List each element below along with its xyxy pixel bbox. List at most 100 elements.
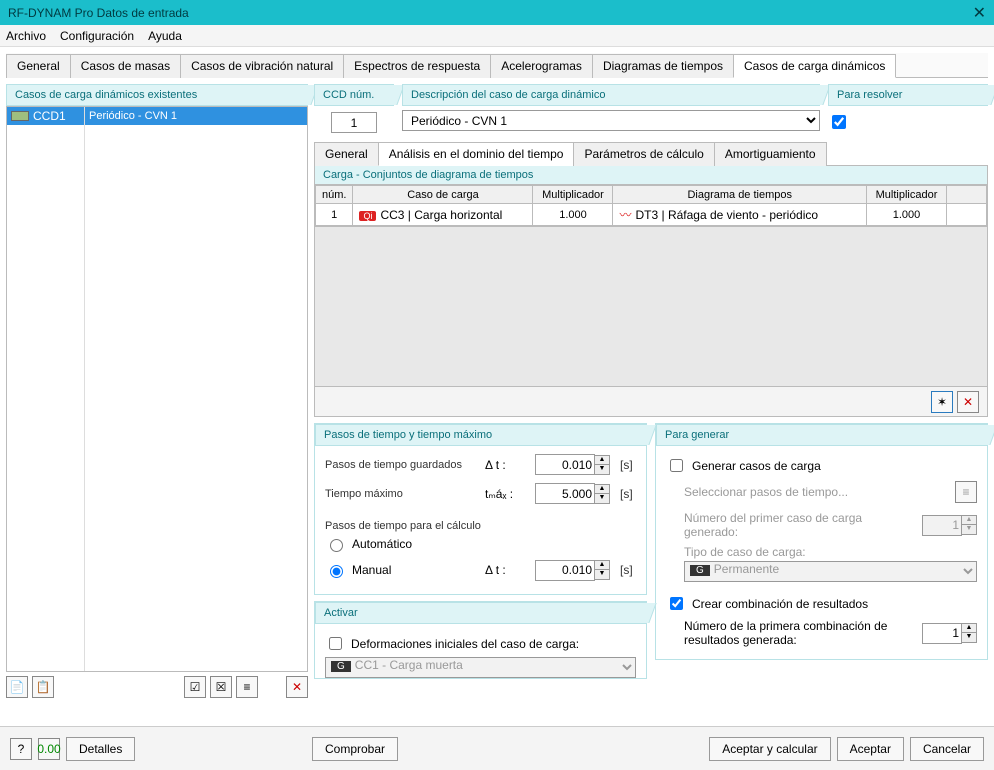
- cell-extra: [947, 204, 987, 226]
- delete-button[interactable]: ✕: [286, 676, 308, 698]
- selectsteps-button: ≡: [955, 481, 977, 503]
- solve-header: Para resolver: [828, 84, 988, 106]
- new-button[interactable]: 📄: [6, 676, 28, 698]
- dt2-symbol: Δ t :: [485, 563, 525, 577]
- list-item[interactable]: CCD1: [7, 107, 84, 125]
- details-button[interactable]: Detalles: [66, 737, 135, 761]
- wave-icon: 〰: [619, 208, 631, 222]
- spin-down[interactable]: ▼: [595, 465, 609, 474]
- spin-up[interactable]: ▲: [595, 561, 609, 570]
- tab-vibracion[interactable]: Casos de vibración natural: [180, 54, 344, 78]
- help-button[interactable]: ?: [10, 738, 32, 760]
- tmax-input[interactable]: [535, 483, 595, 504]
- grid-empty-area: [315, 226, 987, 386]
- menu-config[interactable]: Configuración: [60, 29, 134, 43]
- cancel-button[interactable]: Cancelar: [910, 737, 984, 761]
- list-item-name[interactable]: Periódico - CVN 1: [85, 107, 307, 125]
- uncheck-all-button[interactable]: ☒: [210, 676, 232, 698]
- cell-caso[interactable]: QiCC3 | Carga horizontal: [353, 204, 533, 226]
- col-caso: Caso de carga: [353, 186, 533, 204]
- spin-up[interactable]: ▲: [595, 485, 609, 494]
- spin-up[interactable]: ▲: [595, 456, 609, 465]
- crear-check[interactable]: [670, 597, 683, 610]
- radio-auto[interactable]: [330, 539, 343, 552]
- tipo-label: Tipo de caso de carga:: [666, 545, 977, 559]
- saved-label: Pasos de tiempo guardados: [325, 459, 475, 471]
- check-button[interactable]: Comprobar: [312, 737, 398, 761]
- tmax-symbol: tₘáₓ :: [485, 487, 525, 501]
- menu-file[interactable]: Archivo: [6, 29, 46, 43]
- copy-button[interactable]: 📋: [32, 676, 54, 698]
- desc-header: Descripción del caso de carga dinámico: [402, 84, 820, 106]
- close-icon[interactable]: ✕: [973, 3, 986, 23]
- menu-help[interactable]: Ayuda: [148, 29, 182, 43]
- subtab-amort[interactable]: Amortiguamiento: [714, 142, 827, 166]
- units-button[interactable]: 0.00: [38, 738, 60, 760]
- numcomb-label: Número de la primera combinación de resu…: [666, 619, 918, 647]
- check-all-button[interactable]: ☑: [184, 676, 206, 698]
- selectsteps-label: Seleccionar pasos de tiempo...: [666, 485, 951, 499]
- grid-title: Carga - Conjuntos de diagrama de tiempos: [315, 166, 987, 185]
- dt-unit: [s]: [620, 458, 636, 472]
- grid-edit-button[interactable]: ✶: [931, 391, 953, 413]
- numcomb-input[interactable]: [922, 623, 962, 644]
- radio-auto-label: Automático: [352, 537, 412, 551]
- dt2-input[interactable]: [535, 560, 595, 581]
- tmax-unit: [s]: [620, 487, 636, 501]
- list-item-code: CCD1: [33, 109, 66, 123]
- calc-label: Pasos de tiempo para el cálculo: [325, 520, 636, 532]
- radio-manual-label: Manual: [352, 563, 391, 577]
- tab-espectros[interactable]: Espectros de respuesta: [343, 54, 491, 78]
- crear-label: Crear combinación de resultados: [692, 597, 868, 611]
- cell-num: 1: [316, 204, 353, 226]
- deform-check[interactable]: [329, 637, 342, 650]
- spin-up[interactable]: ▲: [962, 624, 976, 633]
- grid-delete-button[interactable]: ✕: [957, 391, 979, 413]
- window-title: RF-DYNAM Pro Datos de entrada: [8, 6, 189, 20]
- tab-general[interactable]: General: [6, 54, 71, 78]
- accept-button[interactable]: Aceptar: [837, 737, 904, 761]
- gencases-check[interactable]: [670, 459, 683, 472]
- left-panel-header: Casos de carga dinámicos existentes: [6, 84, 308, 106]
- col-mult2: Multiplicador: [867, 186, 947, 204]
- steps-header: Pasos de tiempo y tiempo máximo: [315, 424, 646, 446]
- activate-header: Activar: [315, 602, 646, 624]
- tab-diagramas[interactable]: Diagramas de tiempos: [592, 54, 734, 78]
- col-mult1: Multiplicador: [533, 186, 613, 204]
- col-diag: Diagrama de tiempos: [613, 186, 867, 204]
- table-row[interactable]: 1 QiCC3 | Carga horizontal 1.000 〰DT3 | …: [316, 204, 987, 226]
- cell-mult1[interactable]: 1.000: [533, 204, 613, 226]
- color-swatch: [11, 111, 29, 121]
- tab-dinamicos[interactable]: Casos de carga dinámicos: [733, 54, 896, 78]
- case-list[interactable]: CCD1 Periódico - CVN 1: [6, 106, 308, 672]
- subtab-general[interactable]: General: [314, 142, 379, 166]
- dt-symbol: Δ t :: [485, 458, 525, 472]
- deform-select: G: [325, 657, 636, 678]
- dt2-unit: [s]: [620, 563, 636, 577]
- numfirst-input: [922, 515, 962, 536]
- radio-manual[interactable]: [330, 565, 343, 578]
- tab-masas[interactable]: Casos de masas: [70, 54, 181, 78]
- spin-down[interactable]: ▼: [962, 633, 976, 642]
- solve-check[interactable]: [832, 115, 846, 129]
- accept-calc-button[interactable]: Aceptar y calcular: [709, 737, 830, 761]
- spin-down[interactable]: ▼: [595, 494, 609, 503]
- cell-diag[interactable]: 〰DT3 | Ráfaga de viento - periódico: [613, 204, 867, 226]
- spin-down[interactable]: ▼: [595, 570, 609, 579]
- deform-label: Deformaciones iniciales del caso de carg…: [351, 637, 579, 651]
- ccd-input[interactable]: [331, 112, 377, 133]
- tmax-label: Tiempo máximo: [325, 488, 475, 500]
- generate-header: Para generar: [656, 424, 987, 446]
- renum-button[interactable]: ≡: [236, 676, 258, 698]
- desc-select[interactable]: Periódico - CVN 1: [402, 110, 820, 131]
- ccd-header: CCD núm.: [314, 84, 394, 106]
- tipo-select: [684, 561, 977, 582]
- cell-mult2[interactable]: 1.000: [867, 204, 947, 226]
- col-num: núm.: [316, 186, 353, 204]
- tab-acelero[interactable]: Acelerogramas: [490, 54, 593, 78]
- subtab-analisis[interactable]: Análisis en el dominio del tiempo: [378, 142, 575, 166]
- gencases-label: Generar casos de carga: [692, 459, 821, 473]
- dt-input[interactable]: [535, 454, 595, 475]
- col-extra: [947, 186, 987, 204]
- subtab-params[interactable]: Parámetros de cálculo: [573, 142, 714, 166]
